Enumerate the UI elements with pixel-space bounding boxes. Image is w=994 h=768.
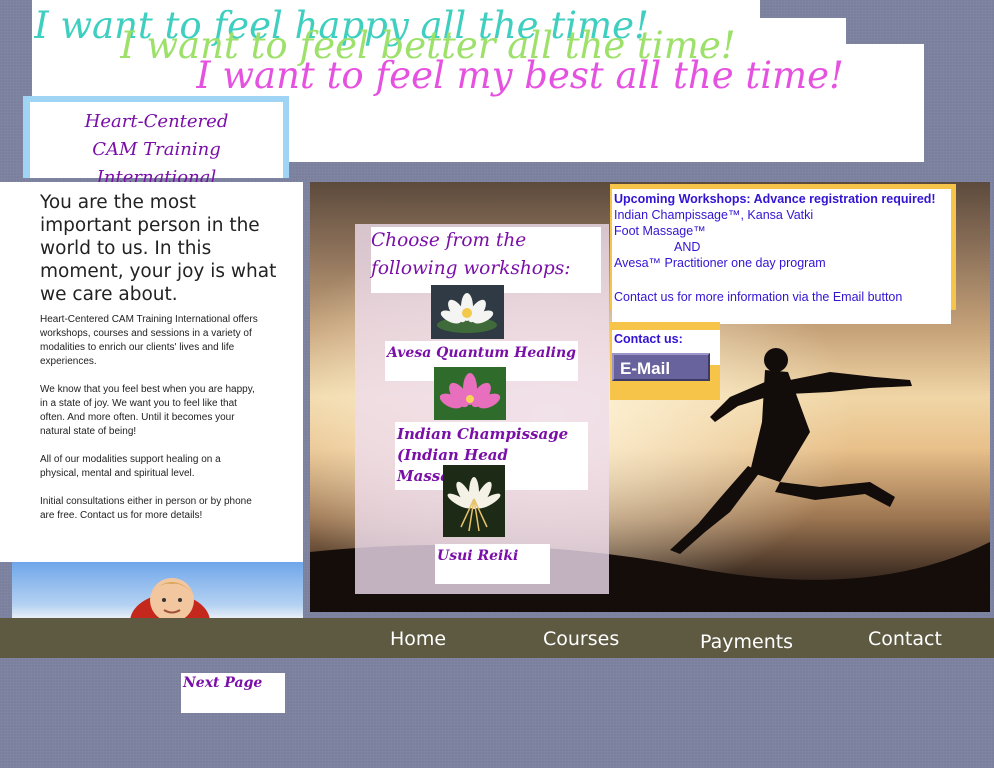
intro-paragraph-1: Heart-Centered CAM Training Internationa…	[40, 314, 258, 367]
workshops-title: Choose from the following workshops:	[371, 230, 571, 279]
upcoming-line-2: Foot Massage™	[614, 224, 706, 238]
intro-paragraph-3: All of our modalities support healing on…	[40, 454, 221, 479]
upcoming-workshops-box: Upcoming Workshops: Advance registration…	[612, 189, 951, 324]
nav-contact[interactable]: Contact	[868, 628, 942, 650]
next-page-link[interactable]: Next Page	[181, 673, 285, 693]
nav-home[interactable]: Home	[390, 628, 446, 650]
tagline-best: I want to feel my best all the time!	[196, 54, 844, 97]
upcoming-line-1: Indian Champissage™, Kansa Vatki	[614, 208, 814, 222]
contact-label: Contact us:	[614, 332, 683, 346]
night-blooming-cereus-icon	[443, 465, 505, 537]
workshop-avesa-quantum-healing[interactable]: Avesa Quantum Healing	[387, 343, 577, 364]
next-page-box: Next Page	[181, 673, 285, 713]
nav-courses[interactable]: Courses	[543, 628, 619, 650]
intro-paragraph-4: Initial consultations either in person o…	[40, 496, 252, 521]
upcoming-line-3: AND	[674, 240, 701, 254]
workshop-usui-reiki[interactable]: Usui Reiki	[437, 546, 549, 567]
upcoming-line-4: Avesa™ Practitioner one day program	[614, 256, 826, 270]
lotus-pink-icon	[434, 367, 506, 420]
intro-paragraph-2: We know that you feel best when you are …	[40, 384, 255, 437]
upcoming-line-5: Contact us for more information via the …	[614, 290, 903, 304]
nav-payments[interactable]: Payments	[700, 631, 793, 653]
logo-line-1: Heart-Centered	[84, 111, 229, 132]
email-button[interactable]: E-Mail	[612, 353, 710, 381]
nav-bar	[0, 618, 994, 658]
intro-headline: You are the most important person in the…	[40, 192, 277, 305]
upcoming-heading: Upcoming Workshops: Advance registration…	[614, 192, 936, 206]
logo: Heart-Centered CAM Training Internationa…	[30, 102, 283, 188]
water-lily-white-icon	[431, 285, 504, 339]
